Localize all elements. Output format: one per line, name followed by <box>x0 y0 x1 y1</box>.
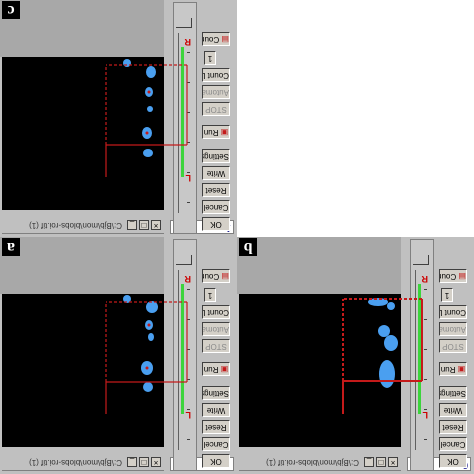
cell-blob <box>378 325 390 337</box>
cell-blob <box>148 333 154 341</box>
blob-marker <box>145 131 149 135</box>
panel-label: b <box>239 238 257 256</box>
cell-blob <box>143 382 153 392</box>
close-icon[interactable]: × <box>388 457 398 467</box>
blob-marker <box>147 90 151 94</box>
blob-marker <box>147 323 151 327</box>
cell-blob <box>123 59 131 67</box>
panel-b: 0 OK Cancel Reset Write Settings ▣ Run S… <box>237 237 474 474</box>
cell-blob <box>379 360 395 388</box>
gray-background <box>0 237 164 294</box>
maximize-icon[interactable]: □ <box>139 220 149 230</box>
image-title: C:\Bjb\mon\blobs-roi.tif (1) <box>29 458 122 467</box>
cell-blob <box>143 149 153 157</box>
image-titlebar: × □ _ C:\Bjb\mon\blobs-roi.tif (1) <box>2 451 164 471</box>
minimize-icon[interactable]: _ <box>364 457 374 467</box>
maximize-icon[interactable]: □ <box>139 457 149 467</box>
panel-label: c <box>2 1 20 19</box>
panel-c: 1 OK Cancel Reset Write Settings ▣ Run S… <box>0 0 237 237</box>
cell-blob <box>146 66 156 78</box>
image-title: C:\Bjb\mon\blobs-roi.tif (1) <box>266 458 359 467</box>
blob-marker <box>145 366 149 370</box>
minimize-icon[interactable]: _ <box>127 457 137 467</box>
image-titlebar: × □ _ C:\Bjb\mon\blobs-roi.tif (1) <box>2 214 164 234</box>
image-title: C:\Bjb\mon\blobs-roi.tif (1) <box>29 221 122 230</box>
app-window: OK Cancel Reset Write Settings ▣ Run STO… <box>0 237 237 474</box>
maximize-icon[interactable]: □ <box>376 457 386 467</box>
gray-background <box>237 237 401 294</box>
close-icon[interactable]: × <box>151 220 161 230</box>
image-titlebar: × □ _ C:\Bjb\mon\blobs-roi.tif (1) <box>239 451 401 471</box>
app-window: 1 OK Cancel Reset Write Settings ▣ Run S… <box>0 0 237 237</box>
minimize-icon[interactable]: _ <box>127 220 137 230</box>
app-window: 0 OK Cancel Reset Write Settings ▣ Run S… <box>237 237 474 474</box>
cell-blob <box>147 106 153 112</box>
close-icon[interactable]: × <box>151 457 161 467</box>
cell-blob <box>146 301 158 313</box>
panel-a: OK Cancel Reset Write Settings ▣ Run STO… <box>0 237 237 474</box>
gray-background <box>0 0 164 57</box>
cell-blob <box>384 335 398 351</box>
cell-blob <box>387 302 395 310</box>
panel-label: a <box>2 238 20 256</box>
